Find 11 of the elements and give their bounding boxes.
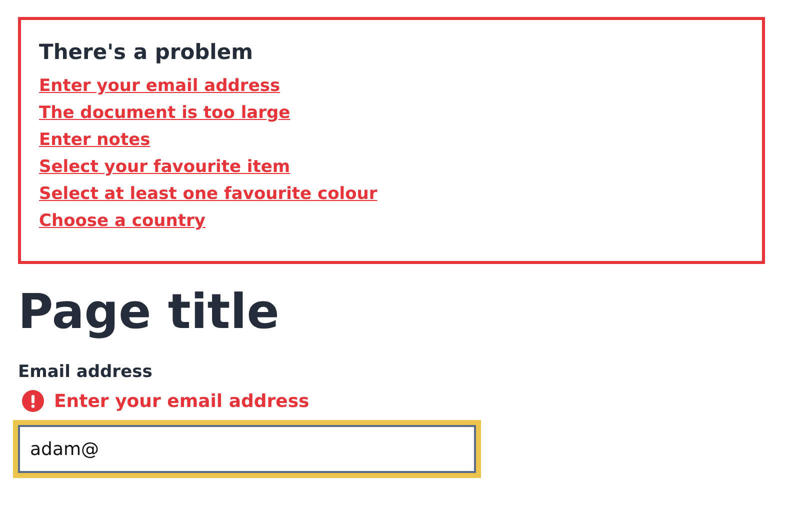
error-link[interactable]: Select your favourite item [39, 154, 290, 181]
page-title: Page title [18, 283, 280, 342]
error-link[interactable]: Enter notes [39, 127, 150, 154]
error-icon [22, 390, 44, 412]
error-link[interactable]: Choose a country [39, 208, 206, 235]
error-summary-title: There's a problem [39, 40, 254, 64]
field-label: Email address [18, 362, 152, 382]
error-link[interactable]: Select at least one favourite colour [39, 181, 378, 208]
error-link[interactable]: The document is too large [39, 100, 290, 127]
error-message: Enter your email address [54, 390, 310, 412]
error-link[interactable]: Enter your email address [39, 73, 280, 100]
